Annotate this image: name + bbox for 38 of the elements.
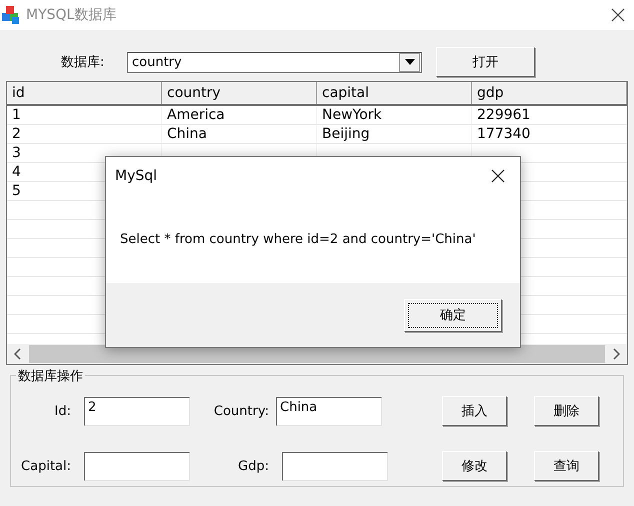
table-cell: 229961 (472, 106, 627, 124)
table-cell: 2 (7, 125, 162, 143)
field-label: Gdp: (237, 458, 269, 474)
table-cell: America (162, 106, 317, 124)
dropdown-arrow-icon (404, 59, 414, 65)
close-icon (611, 8, 625, 22)
table-cell: NewYork (317, 106, 472, 124)
dialog-title: MySql (115, 168, 158, 184)
scroll-left-icon (14, 348, 21, 360)
dialog-message: Select * from country where id=2 and country='China' (120, 232, 476, 246)
field-label: Id: (54, 404, 71, 418)
app-icon (1, 5, 21, 25)
column-header[interactable]: id (7, 82, 162, 104)
database-label: 数据库: (61, 54, 106, 71)
open-button[interactable]: 打开 (436, 47, 535, 77)
field-label: Capital: (20, 458, 71, 474)
ok-button[interactable]: 确定 (404, 298, 502, 332)
action-button[interactable]: 查询 (534, 451, 599, 481)
table-cell: 1 (7, 106, 162, 124)
table-cell: Beijing (317, 125, 472, 143)
action-button[interactable]: 删除 (534, 396, 599, 426)
scroll-right-icon (613, 348, 620, 360)
column-header[interactable]: country (162, 82, 317, 104)
window-title: MYSQL数据库 (26, 6, 118, 24)
field-label: Country: (212, 404, 269, 418)
action-button[interactable]: 修改 (442, 451, 507, 481)
action-button[interactable]: 插入 (442, 396, 507, 426)
table-cell: 177340 (472, 125, 627, 143)
input-field[interactable] (84, 452, 190, 480)
input-field[interactable] (282, 452, 388, 480)
column-header[interactable]: gdp (472, 82, 627, 104)
input-field[interactable]: China (276, 396, 382, 426)
database-dropdown[interactable]: country (127, 52, 422, 72)
column-header[interactable]: capital (317, 82, 472, 104)
input-field[interactable]: 2 (84, 396, 190, 426)
close-icon (491, 169, 505, 183)
group-title: 数据库操作 (16, 367, 85, 385)
table-cell: China (162, 125, 317, 143)
